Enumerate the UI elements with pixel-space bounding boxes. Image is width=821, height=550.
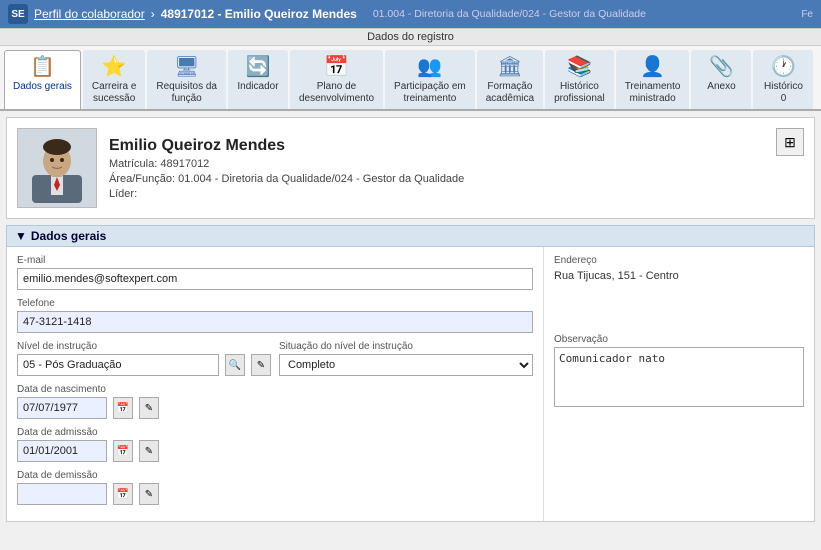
data-nasc-group: Data de nascimento 📅 ✎ — [17, 384, 533, 419]
tab-treinamento-label: Treinamento ministrado — [625, 81, 681, 105]
tab-plano-label: Plano de desenvolvimento — [299, 81, 374, 105]
tab-requisitos-icon: 🖥 — [174, 55, 199, 79]
instrucao-row: Nível de instrução 🔍 ✎ Situação do nível… — [17, 341, 533, 384]
tab-anexo[interactable]: 📎 Anexo — [691, 50, 751, 109]
tab-historico2-icon: 🕐 — [771, 55, 796, 79]
nivel-instrucao-edit-button[interactable]: ✎ — [251, 354, 271, 376]
form-right: Endereço Rua Tijucas, 151 - Centro Obser… — [544, 247, 814, 521]
tab-participacao-label: Participação em treinamento — [394, 81, 466, 105]
profile-card: Emilio Queiroz Mendes Matrícula: 4891701… — [6, 117, 815, 219]
tab-formacao[interactable]: 🏛 Formação acadêmica — [477, 50, 543, 109]
email-input[interactable] — [17, 268, 533, 290]
tab-formacao-label: Formação acadêmica — [486, 81, 534, 105]
data-nasc-calendar-button[interactable]: 📅 — [113, 397, 133, 419]
telefone-group: Telefone — [17, 298, 533, 333]
tab-carreira-icon: ⭐ — [102, 55, 127, 79]
data-admissao-calendar-button[interactable]: 📅 — [113, 440, 133, 462]
tab-carreira-label: Carreira e sucessão — [92, 81, 136, 105]
tab-carreira[interactable]: ⭐ Carreira e sucessão — [83, 50, 145, 109]
tabs-section-label: Dados do registro — [0, 28, 821, 46]
employee-matricula: Matrícula: 48917012 — [109, 158, 464, 170]
fe-label: Fe — [801, 9, 813, 20]
tab-treinamento-icon: 👤 — [640, 55, 665, 79]
tab-bar: 📋 Dados gerais ⭐ Carreira e sucessão 🖥 R… — [0, 46, 821, 111]
nivel-instrucao-input[interactable] — [17, 354, 219, 376]
tab-plano-icon: 📅 — [324, 55, 349, 79]
main-content: ▼ Dados gerais E-mail Telefone Nível de … — [6, 225, 815, 522]
nivel-instrucao-label: Nível de instrução — [17, 341, 271, 352]
tab-historico-icon: 📚 — [567, 55, 592, 79]
section-collapse-icon: ▼ — [15, 229, 27, 243]
data-admissao-clear-button[interactable]: ✎ — [139, 440, 159, 462]
tab-historico2-label: Histórico 0 — [764, 81, 803, 105]
endereco-label: Endereço — [554, 255, 804, 266]
data-nasc-input[interactable] — [17, 397, 107, 419]
tab-historico2[interactable]: 🕐 Histórico 0 — [753, 50, 813, 109]
breadcrumb-separator: › — [151, 7, 155, 21]
telefone-input[interactable] — [17, 311, 533, 333]
tab-requisitos-label: Requisitos da função — [156, 81, 217, 105]
situacao-instrucao-label: Situação do nível de instrução — [279, 341, 533, 352]
tab-anexo-icon: 📎 — [709, 55, 734, 79]
data-demissao-clear-button[interactable]: ✎ — [139, 483, 159, 505]
email-group: E-mail — [17, 255, 533, 290]
breadcrumb-subtitle: 01.004 - Diretoria da Qualidade/024 - Ge… — [373, 8, 646, 20]
tab-participacao-icon: 👥 — [417, 55, 442, 79]
tab-plano[interactable]: 📅 Plano de desenvolvimento — [290, 50, 383, 109]
data-admissao-input[interactable] — [17, 440, 107, 462]
section-header-dados-gerais[interactable]: ▼ Dados gerais — [6, 225, 815, 247]
data-demissao-label: Data de demissão — [17, 470, 533, 481]
situacao-instrucao-select[interactable]: Completo Incompleto Cursando — [279, 354, 533, 376]
endereco-group: Endereço Rua Tijucas, 151 - Centro — [554, 255, 804, 284]
data-demissao-input[interactable] — [17, 483, 107, 505]
section-title: Dados gerais — [31, 229, 106, 243]
observacao-textarea[interactable]: Comunicador nato — [554, 347, 804, 407]
employee-lider: Líder: — [109, 188, 464, 200]
data-nasc-label: Data de nascimento — [17, 384, 533, 395]
profile-info: Emilio Queiroz Mendes Matrícula: 4891701… — [109, 137, 464, 200]
data-demissao-group: Data de demissão 📅 ✎ — [17, 470, 533, 505]
tab-treinamento[interactable]: 👤 Treinamento ministrado — [616, 50, 690, 109]
tab-dados-gerais-icon: 📋 — [30, 55, 55, 79]
tab-indicador-icon: 🔄 — [246, 55, 271, 79]
tab-anexo-label: Anexo — [707, 81, 735, 93]
avatar — [17, 128, 97, 208]
observacao-group: Observação Comunicador nato — [554, 334, 804, 410]
nivel-instrucao-search-button[interactable]: 🔍 — [225, 354, 245, 376]
situacao-instrucao-group: Situação do nível de instrução Completo … — [279, 341, 533, 376]
tab-dados-gerais-label: Dados gerais — [13, 81, 72, 93]
employee-area: Área/Função: 01.004 - Diretoria da Quali… — [109, 173, 464, 185]
data-nasc-clear-button[interactable]: ✎ — [139, 397, 159, 419]
breadcrumb-bar: SE Perfil do colaborador › 48917012 - Em… — [0, 0, 821, 28]
form-area: E-mail Telefone Nível de instrução 🔍 ✎ — [6, 247, 815, 522]
observacao-label: Observação — [554, 334, 804, 345]
breadcrumb-current: 48917012 - Emilio Queiroz Mendes — [161, 7, 357, 21]
employee-name: Emilio Queiroz Mendes — [109, 137, 464, 155]
tab-indicador-label: Indicador — [237, 81, 278, 93]
tab-formacao-icon: 🏛 — [497, 55, 522, 79]
nivel-instrucao-group: Nível de instrução 🔍 ✎ — [17, 341, 271, 376]
tab-indicador[interactable]: 🔄 Indicador — [228, 50, 288, 109]
endereco-value: Rua Tijucas, 151 - Centro — [554, 268, 804, 284]
tab-historico-label: Histórico profissional — [554, 81, 605, 105]
tab-requisitos[interactable]: 🖥 Requisitos da função — [147, 50, 226, 109]
data-demissao-calendar-button[interactable]: 📅 — [113, 483, 133, 505]
avatar-image — [27, 133, 87, 203]
email-label: E-mail — [17, 255, 533, 266]
data-admissao-label: Data de admissão — [17, 427, 533, 438]
grid-view-button[interactable]: ⊞ — [776, 128, 804, 156]
tab-participacao[interactable]: 👥 Participação em treinamento — [385, 50, 475, 109]
telefone-label: Telefone — [17, 298, 533, 309]
data-admissao-group: Data de admissão 📅 ✎ — [17, 427, 533, 462]
breadcrumb-parent[interactable]: Perfil do colaborador — [34, 7, 145, 21]
app-logo: SE — [8, 4, 28, 24]
tab-dados-gerais[interactable]: 📋 Dados gerais — [4, 50, 81, 111]
form-left: E-mail Telefone Nível de instrução 🔍 ✎ — [7, 247, 544, 521]
tab-historico[interactable]: 📚 Histórico profissional — [545, 50, 614, 109]
